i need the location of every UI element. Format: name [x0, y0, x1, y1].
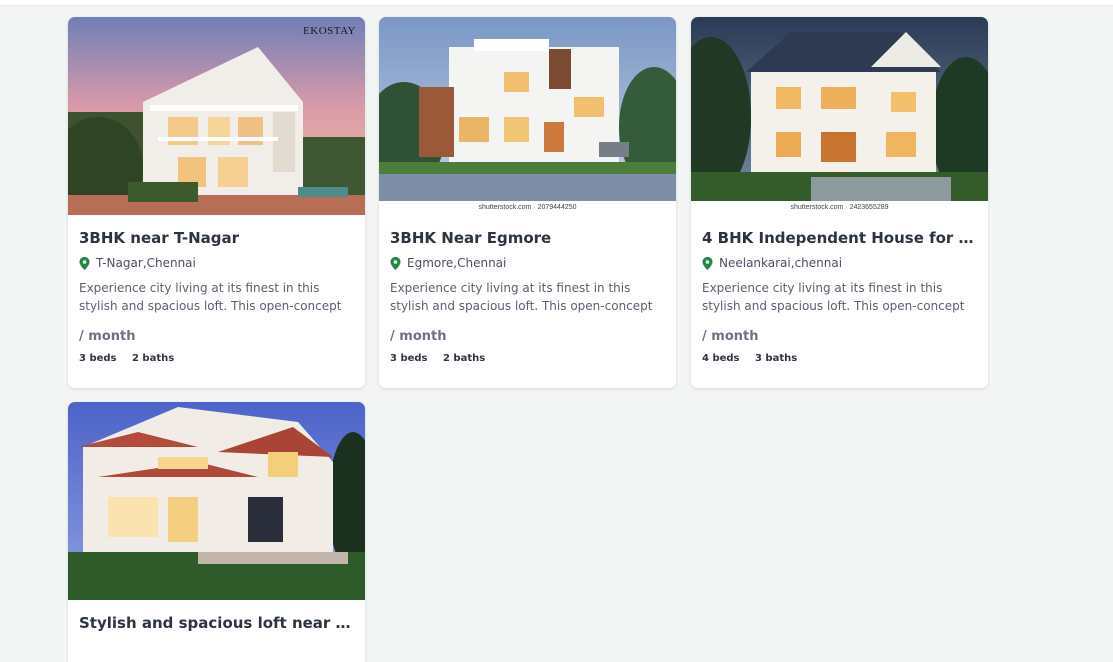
- listing-price: / month: [390, 329, 447, 344]
- brand-watermark: EKOSTAY: [303, 25, 356, 37]
- listing-card[interactable]: EKOSTAY 3BHK near T-Nagar T-Nagar,Chenna…: [68, 17, 365, 388]
- photo-watermark: shutterstock.com · 2423655289: [691, 201, 988, 215]
- listing-description: Experience city living at its finest in …: [702, 281, 965, 313]
- listing-location: T-Nagar,Chennai: [79, 256, 354, 270]
- listing-title[interactable]: 4 BHK Independent House for rent in Neel…: [702, 229, 977, 247]
- listing-specs: 3 beds 2 baths: [79, 353, 354, 364]
- listing-photo[interactable]: shutterstock.com · 2079444250: [379, 17, 676, 215]
- listing-card[interactable]: Stylish and spacious loft near city: [68, 402, 365, 662]
- beds-count: 3 beds: [390, 353, 428, 364]
- photo-watermark: shutterstock.com · 2079444250: [379, 201, 676, 215]
- listing-title[interactable]: 3BHK near T-Nagar: [79, 229, 354, 247]
- listing-specs: 3 beds 2 baths: [390, 353, 665, 364]
- location-pin-icon: [79, 256, 90, 270]
- listing-price: / month: [702, 329, 759, 344]
- beds-count: 4 beds: [702, 353, 740, 364]
- location-pin-icon: [390, 256, 401, 270]
- baths-count: 2 baths: [131, 353, 175, 364]
- listing-location: Neelankarai,chennai: [702, 256, 977, 270]
- listing-photo[interactable]: shutterstock.com · 2423655289: [691, 17, 988, 215]
- listing-description: Experience city living at its finest in …: [79, 281, 342, 313]
- listing-title[interactable]: Stylish and spacious loft near city: [79, 614, 354, 632]
- listing-card[interactable]: shutterstock.com · 2079444250 3BHK Near …: [379, 17, 676, 388]
- location-pin-icon: [702, 256, 713, 270]
- listing-description: Experience city living at its finest in …: [390, 281, 653, 313]
- listing-photo[interactable]: EKOSTAY: [68, 17, 365, 215]
- listing-title[interactable]: 3BHK Near Egmore: [390, 229, 665, 247]
- baths-count: 3 baths: [754, 353, 798, 364]
- location-text: Neelankarai,chennai: [719, 256, 843, 270]
- baths-count: 2 baths: [442, 353, 486, 364]
- top-bar: [0, 0, 1113, 6]
- listing-specs: 4 beds 3 baths: [702, 353, 977, 364]
- beds-count: 3 beds: [79, 353, 117, 364]
- listing-location: Egmore,Chennai: [390, 256, 665, 270]
- listing-photo[interactable]: [68, 402, 365, 600]
- listing-card[interactable]: shutterstock.com · 2423655289 4 BHK Inde…: [691, 17, 988, 388]
- location-text: T-Nagar,Chennai: [96, 256, 196, 270]
- listing-price: / month: [79, 329, 136, 344]
- location-text: Egmore,Chennai: [407, 256, 507, 270]
